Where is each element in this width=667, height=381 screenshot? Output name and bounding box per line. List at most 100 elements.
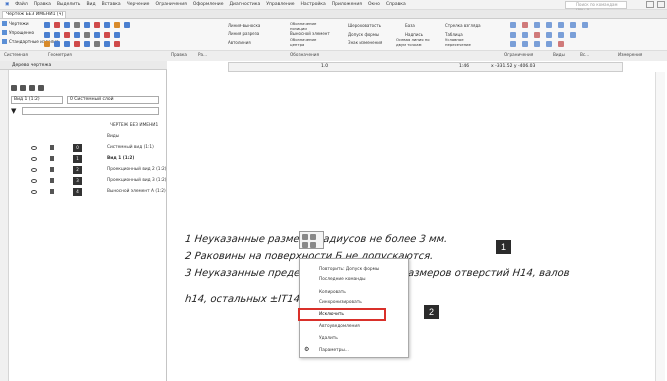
- tool-icon[interactable]: [44, 32, 50, 38]
- detail-element-tool[interactable]: Выносной элемент: [290, 31, 330, 36]
- tool-icon[interactable]: [534, 41, 540, 47]
- tool-icon[interactable]: [44, 22, 50, 28]
- search-icon[interactable]: [302, 234, 308, 240]
- menu-view[interactable]: Вид: [83, 2, 98, 7]
- position-marker-tool[interactable]: Обозначение позиции: [290, 21, 330, 31]
- menu-select[interactable]: Выделить: [54, 2, 84, 7]
- menu-diagnostics[interactable]: Диагностика: [227, 2, 264, 7]
- minimize-icon[interactable]: [646, 1, 654, 8]
- tool-icon[interactable]: [104, 41, 110, 47]
- tool-icon[interactable]: [124, 22, 130, 28]
- lock-icon[interactable]: [50, 145, 54, 150]
- change-mark-tool[interactable]: Знак изменения: [348, 40, 382, 45]
- menu-design[interactable]: Оформление: [190, 2, 227, 7]
- lock-icon[interactable]: [50, 189, 54, 194]
- menu-window[interactable]: Окно: [365, 2, 383, 7]
- tool-icon[interactable]: [510, 22, 516, 28]
- tool-icon[interactable]: [74, 41, 80, 47]
- visibility-icon[interactable]: [31, 168, 37, 172]
- form-tolerance-tool[interactable]: Допуск формы: [348, 32, 379, 37]
- tool-icon[interactable]: [570, 22, 576, 28]
- tool-icon[interactable]: [546, 32, 552, 38]
- ribbon-tab-geometry[interactable]: Геометрия: [48, 52, 72, 57]
- copy-icon[interactable]: [302, 242, 308, 248]
- menu-edit[interactable]: Правка: [31, 2, 54, 7]
- menu-delete[interactable]: Удалить: [319, 336, 338, 341]
- tool-icon[interactable]: [534, 32, 540, 38]
- tool-icon[interactable]: [510, 41, 516, 47]
- ribbon-tab-system[interactable]: Системная: [4, 52, 28, 57]
- tool-icon[interactable]: [54, 32, 60, 38]
- ribbon-tab-edit[interactable]: Правка: [171, 52, 187, 57]
- menu-insert[interactable]: Вставка: [99, 2, 124, 7]
- zoom-value[interactable]: 1:46: [459, 64, 469, 69]
- tree-root[interactable]: ЧЕРТЕЖ БЕЗ ИМЕНИ1: [10, 121, 166, 131]
- menu-file[interactable]: Файл: [12, 2, 30, 7]
- tool-icon[interactable]: [94, 32, 100, 38]
- lock-icon[interactable]: [50, 178, 54, 183]
- tool-icon[interactable]: [546, 41, 552, 47]
- tool-icon[interactable]: [84, 32, 90, 38]
- lock-icon[interactable]: [50, 156, 54, 161]
- visibility-icon[interactable]: [31, 190, 37, 194]
- tool-icon[interactable]: [84, 22, 90, 28]
- axis-line-tool[interactable]: Осевая линия по двум точкам: [396, 37, 438, 47]
- command-search-input[interactable]: Поиск по командам (Alt+/): [565, 1, 627, 13]
- vertical-scrollbar[interactable]: [655, 72, 665, 381]
- lock-icon[interactable]: [50, 167, 54, 172]
- tool-icon[interactable]: [84, 41, 90, 47]
- tool-icon[interactable]: [510, 32, 516, 38]
- view-combo[interactable]: Вид 1 (1:2): [11, 96, 63, 104]
- tree-row[interactable]: 2 Проекционный вид 2 (1:2): [10, 165, 166, 175]
- menu-parameters[interactable]: Параметры...: [319, 348, 349, 353]
- tree-row[interactable]: 3 Проекционный вид 3 (1:2): [10, 176, 166, 186]
- layers-icon[interactable]: [29, 85, 35, 91]
- ribbon-simplified-button[interactable]: Упрощенно: [0, 28, 40, 37]
- ribbon-tab-views[interactable]: Виды: [553, 52, 565, 57]
- tool-icon[interactable]: [558, 41, 564, 47]
- tool-icon[interactable]: [522, 22, 528, 28]
- menu-constraints[interactable]: Ограничения: [152, 2, 189, 7]
- maximize-icon[interactable]: [657, 1, 665, 8]
- tool-icon[interactable]: [94, 41, 100, 47]
- tool-icon[interactable]: [64, 41, 70, 47]
- center-mark-tool[interactable]: Обозначение центра: [290, 37, 330, 47]
- tool-icon[interactable]: [558, 22, 564, 28]
- tool-icon[interactable]: [114, 41, 120, 47]
- menu-settings[interactable]: Настройка: [298, 2, 329, 7]
- tool-icon[interactable]: [534, 22, 540, 28]
- tool-icon[interactable]: [44, 41, 50, 47]
- grid-icon[interactable]: [38, 85, 44, 91]
- leader-line-tool[interactable]: Линия-выноска: [228, 23, 260, 28]
- tool-icon[interactable]: [570, 32, 576, 38]
- layer-combo[interactable]: 0 Системный слой: [67, 96, 159, 104]
- menu-drawing[interactable]: Черчение: [124, 2, 153, 7]
- tool-icon[interactable]: [74, 32, 80, 38]
- visibility-icon[interactable]: [31, 179, 37, 183]
- ribbon-tab-insert[interactable]: Вс...: [580, 52, 589, 57]
- tool-icon[interactable]: [104, 22, 110, 28]
- ribbon-tab-ra[interactable]: Ра...: [198, 52, 207, 57]
- document-tab[interactable]: Чертеж БЕЗ ИМЕНИ1 [ч]: [2, 11, 66, 19]
- menu-synchronize[interactable]: Синхронизировать: [319, 300, 362, 305]
- menu-recent-commands[interactable]: Последние команды: [319, 277, 365, 282]
- tool-icon[interactable]: [522, 41, 528, 47]
- tool-icon[interactable]: [54, 41, 60, 47]
- tool-icon[interactable]: [54, 22, 60, 28]
- section-line-tool[interactable]: Линия разреза: [228, 31, 259, 36]
- view-arrow-tool[interactable]: Стрелка взгляда: [445, 23, 481, 28]
- tool-icon[interactable]: [64, 22, 70, 28]
- ribbon-tab-annotations[interactable]: Обозначения: [290, 52, 319, 57]
- visibility-icon[interactable]: [31, 146, 37, 150]
- menu-manage[interactable]: Управление: [263, 2, 297, 7]
- menu-auto-notifications[interactable]: Автоуведомления: [319, 324, 360, 329]
- tree-icon[interactable]: [11, 85, 17, 91]
- drawing-canvas[interactable]: [168, 61, 667, 381]
- tree-row[interactable]: 0 Системный вид (1:1): [10, 143, 166, 153]
- roughness-tool[interactable]: Шероховатость: [348, 23, 381, 28]
- tree-row[interactable]: 4 Выносной элемент А (1:2): [10, 187, 166, 197]
- visibility-icon[interactable]: [31, 157, 37, 161]
- tool-icon[interactable]: [546, 22, 552, 28]
- tree-search-input[interactable]: [22, 107, 159, 115]
- ribbon-standard-parts-button[interactable]: Стандартные изделия: [0, 37, 59, 46]
